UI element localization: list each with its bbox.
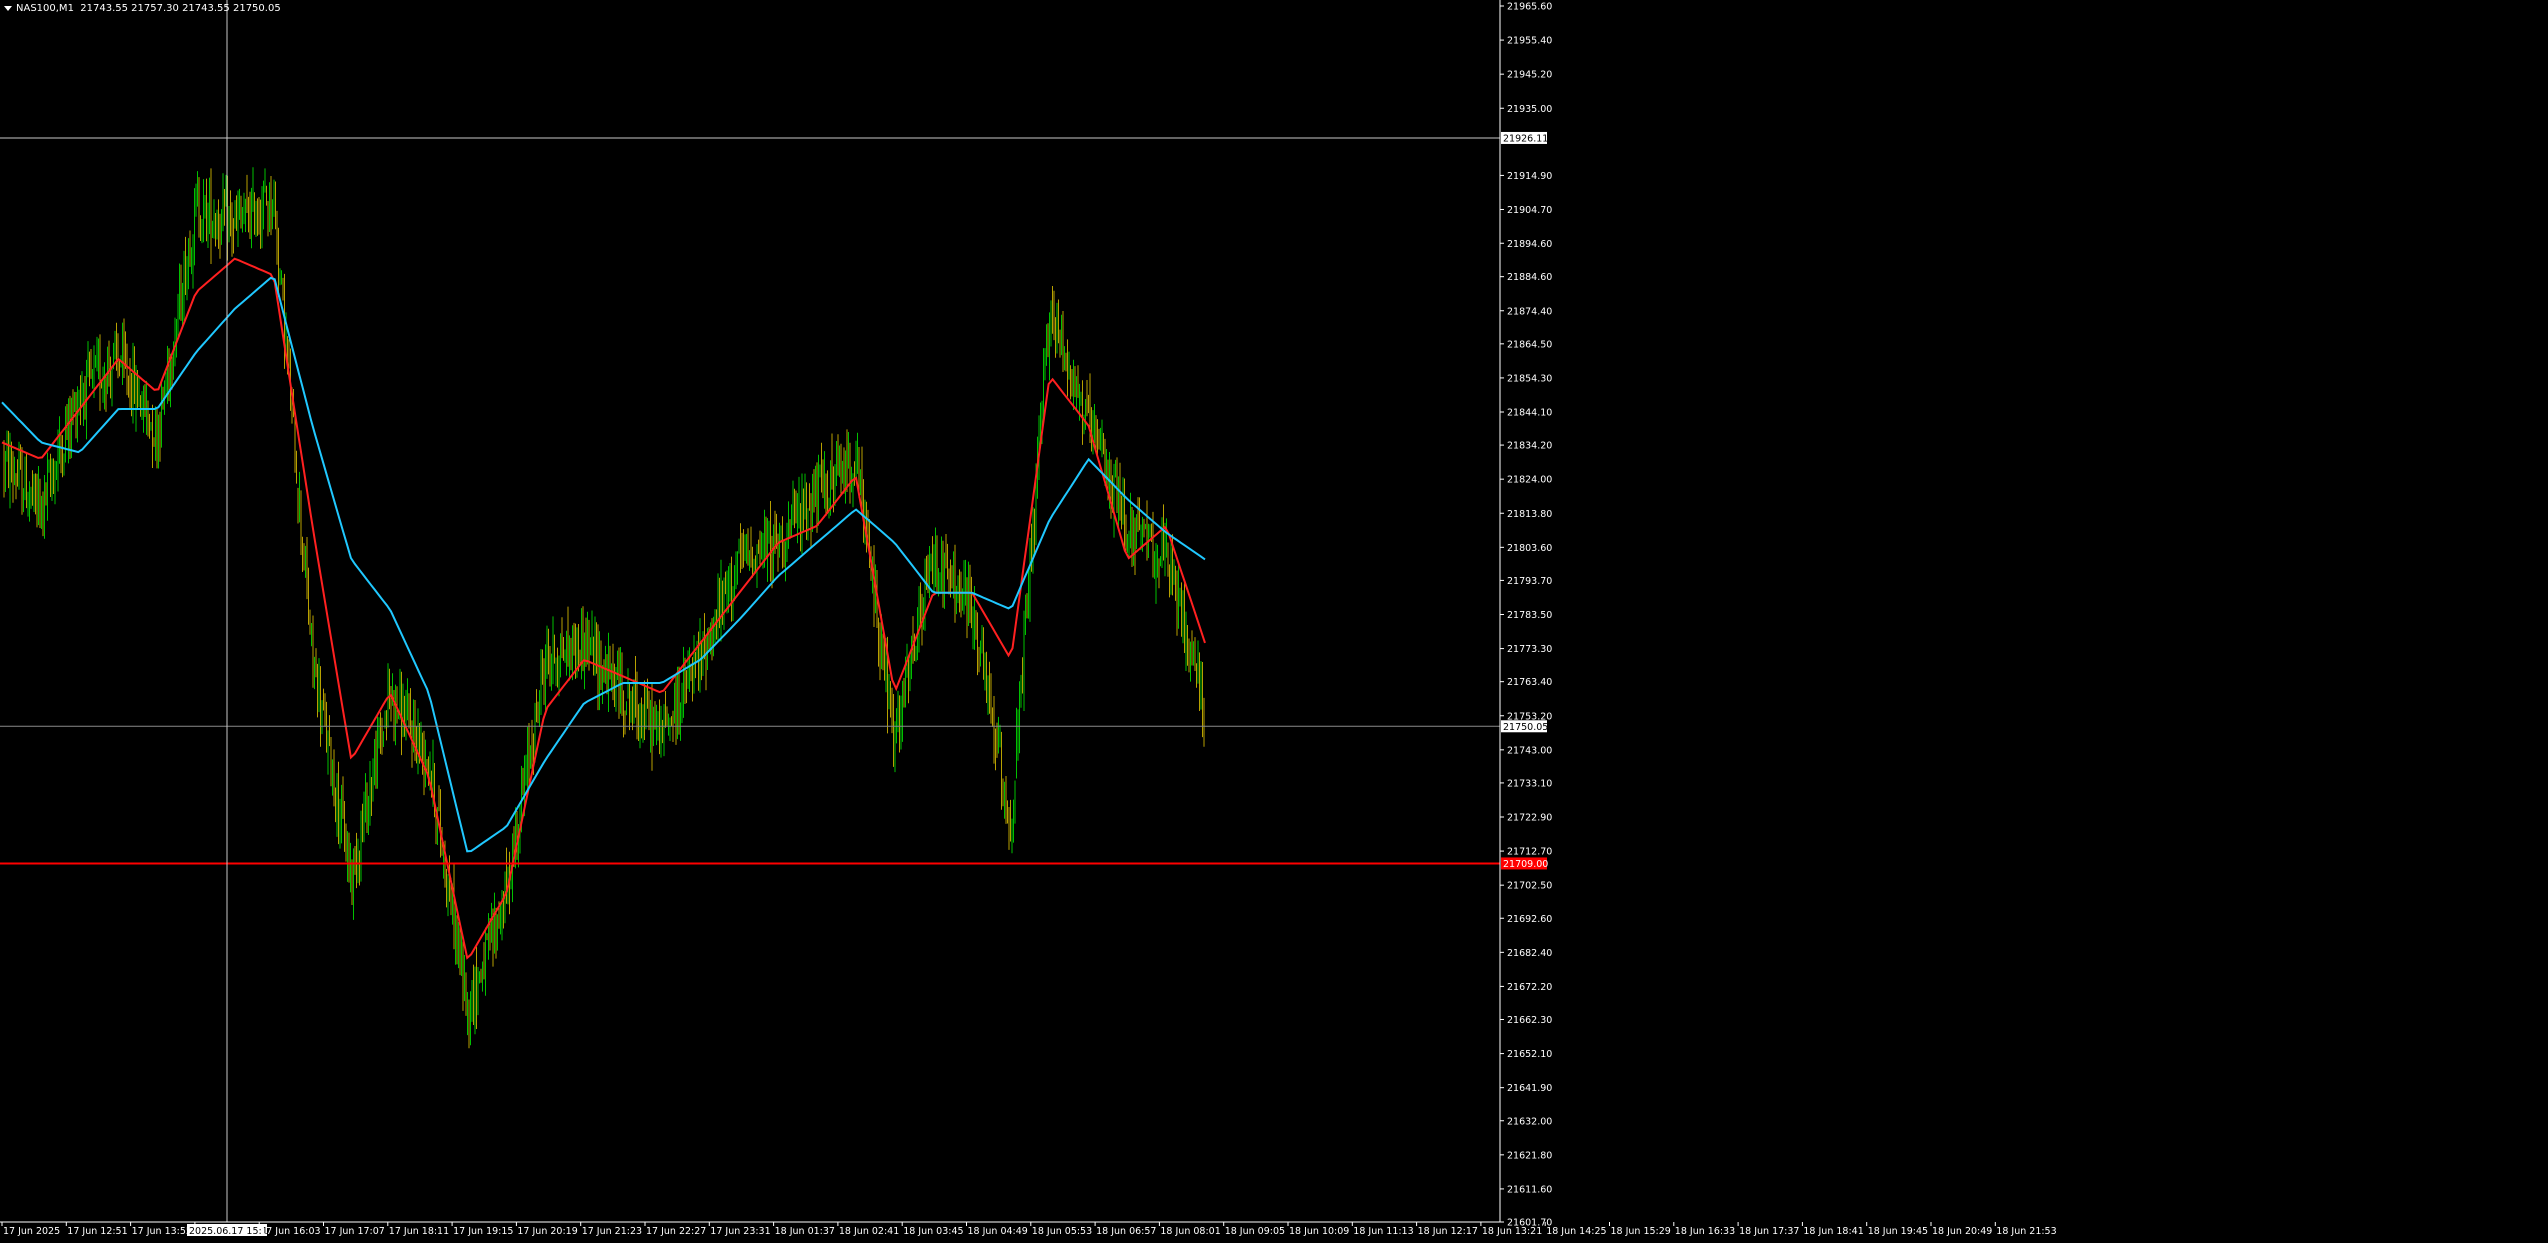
- time-axis-label: 18 Jun 18:41: [1803, 1226, 1863, 1237]
- time-axis-label: 17 Jun 23:31: [710, 1226, 770, 1237]
- price-axis-label: 21632.00: [1507, 1116, 1552, 1127]
- price-axis-label: 21904.70: [1507, 205, 1552, 216]
- price-axis-label: 21914.90: [1507, 171, 1552, 182]
- price-axis-label: 21854.30: [1507, 373, 1552, 384]
- price-axis-label: 21621.80: [1507, 1150, 1552, 1161]
- price-axis-label: 21692.60: [1507, 914, 1552, 925]
- time-axis-label: 17 Jun 13:55: [132, 1226, 192, 1237]
- time-axis-label: 17 Jun 17:07: [325, 1226, 385, 1237]
- time-axis-label: 18 Jun 02:41: [839, 1226, 899, 1237]
- time-axis-label: 18 Jun 16:33: [1675, 1226, 1735, 1237]
- time-axis-label: 18 Jun 13:21: [1482, 1226, 1542, 1237]
- price-axis-label: 21773.30: [1507, 644, 1552, 655]
- price-axis-label: 21874.40: [1507, 306, 1552, 317]
- price-axis-label: 21763.40: [1507, 677, 1552, 688]
- chart-background: [0, 0, 2548, 1243]
- time-axis-label: 18 Jun 06:57: [1096, 1226, 1156, 1237]
- current-price-label: 21750.05: [1503, 722, 1548, 733]
- price-axis-label: 21884.60: [1507, 272, 1552, 283]
- time-axis-label: 18 Jun 05:53: [1032, 1226, 1092, 1237]
- time-axis-label: 18 Jun 10:09: [1289, 1226, 1349, 1237]
- time-axis-label: 17 Jun 12:51: [67, 1226, 127, 1237]
- time-axis-label: 17 Jun 22:27: [646, 1226, 706, 1237]
- price-axis-label: 21935.00: [1507, 104, 1552, 115]
- time-axis-label: 17 Jun 19:15: [453, 1226, 513, 1237]
- time-axis-label: 18 Jun 15:29: [1611, 1226, 1671, 1237]
- price-axis-label: 21955.40: [1507, 36, 1552, 47]
- time-axis-label: 18 Jun 03:45: [903, 1226, 963, 1237]
- time-axis-label: 18 Jun 01:37: [775, 1226, 835, 1237]
- price-axis-label: 21803.60: [1507, 543, 1552, 554]
- price-axis-label: 21834.20: [1507, 441, 1552, 452]
- collapse-triangle-icon[interactable]: [4, 5, 12, 11]
- price-axis-label: 21712.70: [1507, 847, 1552, 858]
- time-axis-label: 18 Jun 19:45: [1868, 1226, 1928, 1237]
- time-axis-label: 18 Jun 17:37: [1739, 1226, 1799, 1237]
- price-axis-label: 21652.10: [1507, 1049, 1552, 1060]
- price-axis-label: 21824.00: [1507, 475, 1552, 486]
- price-axis-label: 21722.90: [1507, 813, 1552, 824]
- price-axis-label: 21965.60: [1507, 2, 1552, 13]
- time-axis-label: 17 Jun 2025: [3, 1226, 60, 1237]
- time-axis-label: 17 Jun 18:11: [389, 1226, 449, 1237]
- price-axis-label: 21733.10: [1507, 778, 1552, 789]
- price-axis-label: 21641.90: [1507, 1083, 1552, 1094]
- time-axis-label: 18 Jun 14:25: [1546, 1226, 1606, 1237]
- price-axis-label: 21793.70: [1507, 576, 1552, 587]
- price-axis-label: 21702.50: [1507, 881, 1552, 892]
- hline-price-label: 21709.00: [1503, 859, 1548, 870]
- time-axis-label: 18 Jun 21:53: [1996, 1226, 2056, 1237]
- time-axis-label: 17 Jun 20:19: [517, 1226, 577, 1237]
- price-axis-label: 21682.40: [1507, 948, 1552, 959]
- price-axis-label: 21743.00: [1507, 745, 1552, 756]
- symbol-header: NAS100,M1 21743.55 21757.30 21743.55 217…: [4, 3, 281, 14]
- price-axis-label: 21864.50: [1507, 339, 1552, 350]
- time-axis-label: 18 Jun 11:13: [1353, 1226, 1413, 1237]
- time-axis-label: 18 Jun 20:49: [1932, 1226, 1992, 1237]
- price-axis-label: 21813.80: [1507, 509, 1552, 520]
- time-axis-label: 18 Jun 08:01: [1160, 1226, 1220, 1237]
- time-axis-label: 17 Jun 21:23: [582, 1226, 642, 1237]
- time-axis-label: 18 Jun 09:05: [1225, 1226, 1285, 1237]
- time-axis-label: 17 Jun 16:03: [260, 1226, 320, 1237]
- crosshair-price-label: 21926.11: [1503, 133, 1548, 144]
- price-axis-label: 21662.30: [1507, 1015, 1552, 1026]
- time-axis-label: 18 Jun 04:49: [968, 1226, 1028, 1237]
- price-axis-label: 21672.20: [1507, 982, 1552, 993]
- symbol-header-text: NAS100,M1 21743.55 21757.30 21743.55 217…: [16, 3, 281, 14]
- price-axis-label: 21783.50: [1507, 610, 1552, 621]
- time-axis-label: 18 Jun 12:17: [1418, 1226, 1478, 1237]
- price-axis-label: 21611.60: [1507, 1184, 1552, 1195]
- price-axis-label: 21945.20: [1507, 70, 1552, 81]
- price-axis-label: 21894.60: [1507, 239, 1552, 250]
- price-chart[interactable]: 21965.60 21955.40 21945.20 21935.00 21914.90…: [0, 0, 2548, 1243]
- price-axis-label: 21844.10: [1507, 408, 1552, 419]
